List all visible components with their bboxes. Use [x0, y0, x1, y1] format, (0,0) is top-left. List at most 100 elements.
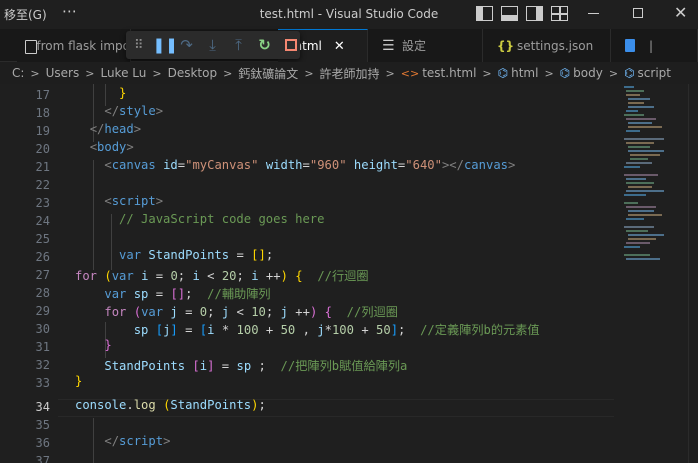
minimap-line: [626, 110, 638, 112]
drag-handle-icon[interactable]: ⠿: [134, 38, 143, 53]
minimap-line: [628, 150, 664, 152]
tab-label: 設定: [402, 39, 427, 53]
code-line-29: for (var j = 0; j < 10; j ++) { //列迴圈: [104, 305, 398, 319]
code-line-20: <body>: [89, 140, 134, 154]
minimap-line: [626, 206, 656, 208]
breadcrumb-item[interactable]: body: [573, 66, 603, 80]
minimap-line: [628, 210, 654, 212]
code-line-34: console.log (StandPoints);: [75, 398, 266, 412]
breadcrumb-item[interactable]: 許老師加持: [320, 65, 380, 82]
line-number: 20: [35, 142, 50, 156]
code-line-19: </head>: [89, 122, 142, 136]
minimize-button[interactable]: [588, 13, 599, 14]
minimap-line: [626, 218, 644, 220]
line-number: 27: [35, 268, 50, 282]
minimap-line: [624, 174, 658, 176]
code-line-26: var StandPoints = [];: [119, 248, 274, 262]
chevron-right-icon: >: [544, 66, 554, 80]
minimap-line: [626, 182, 654, 184]
code-line-32: StandPoints [i] = sp ; //把陣列b賦值給陣列a: [104, 359, 408, 373]
chevron-right-icon: >: [223, 66, 233, 80]
minimap-line: [628, 98, 650, 100]
breadcrumb-item[interactable]: test.html: [422, 66, 476, 80]
step-over-icon[interactable]: ↷: [179, 37, 195, 53]
line-number-current: 34: [35, 400, 50, 414]
vertical-scrollbar[interactable]: [688, 84, 698, 463]
window-title: test.html - Visual Studio Code: [259, 7, 439, 21]
breadcrumb-item[interactable]: script: [638, 66, 671, 80]
pause-icon[interactable]: ❚❚: [153, 37, 178, 53]
code-line-28: var sp = []; //輔助陣列: [104, 287, 271, 301]
python-file-icon: [23, 39, 38, 54]
line-number: 28: [35, 286, 50, 300]
line-number: 24: [35, 214, 50, 228]
tab-python-file[interactable]: from flask impo: [17, 29, 131, 62]
minimap-line: [628, 146, 650, 148]
line-number: 18: [35, 106, 50, 120]
breadcrumb-item[interactable]: Desktop: [168, 66, 218, 80]
line-number: 25: [35, 232, 50, 246]
code-editor[interactable]: 17 18 19 20 21 22 23 24 25 26 27 28 29 3…: [0, 84, 698, 463]
line-number: 23: [35, 196, 50, 210]
minimap-line: [624, 202, 638, 204]
restart-icon[interactable]: ↻: [257, 37, 273, 53]
chevron-right-icon: >: [30, 66, 40, 80]
toggle-primary-sidebar-icon[interactable]: [476, 6, 493, 21]
code-line-17: }: [119, 86, 127, 100]
minimap-line: [626, 242, 650, 244]
breadcrumb-item[interactable]: 鈣鈦礦論文: [238, 65, 298, 82]
step-into-icon[interactable]: ⤓: [205, 37, 221, 53]
title-bar: 移至(G) ⋯ test.html - Visual Studio Code ✕: [0, 0, 698, 29]
minimap-line: [624, 138, 664, 140]
tab-label: settings.json: [517, 38, 594, 53]
breadcrumb-item[interactable]: C:: [12, 66, 24, 80]
minimap[interactable]: [614, 84, 688, 463]
code-area[interactable]: } </style> </head> <body> <canvas id="my…: [75, 84, 615, 463]
tab-label: from flask impo: [36, 38, 130, 53]
line-number: 31: [35, 340, 50, 354]
code-line-33: }: [75, 374, 83, 388]
line-number: 33: [35, 376, 50, 390]
minimap-line: [624, 194, 646, 196]
toggle-panel-icon[interactable]: [501, 6, 518, 21]
breadcrumb-item[interactable]: Users: [46, 66, 80, 80]
line-number: 30: [35, 322, 50, 336]
minimap-line: [626, 90, 644, 92]
minimap-line: [626, 118, 656, 120]
code-line-21: <canvas id="myCanvas" width="960" height…: [104, 158, 516, 172]
breadcrumb-item[interactable]: html: [511, 66, 538, 80]
toggle-secondary-sidebar-icon[interactable]: [526, 6, 543, 21]
line-number-gutter: 17 18 19 20 21 22 23 24 25 26 27 28 29 3…: [0, 84, 58, 463]
blue-file-icon: [625, 39, 635, 52]
minimap-line: [628, 122, 652, 124]
customize-layout-icon[interactable]: [551, 6, 568, 21]
tab-settings-json[interactable]: {} settings.json: [483, 29, 611, 62]
line-number: 26: [35, 250, 50, 264]
minimap-line: [628, 126, 662, 128]
line-number: 32: [35, 358, 50, 372]
html-file-icon: <>: [400, 66, 420, 80]
minimap-line: [626, 162, 652, 164]
code-line-30: sp [j] = [i * 100 + 50 , j*100 + 50]; //…: [133, 323, 540, 337]
editor-tab-bar: from flask impo t.html ✕ ☰ 設定 {} setting…: [0, 29, 698, 62]
step-out-icon[interactable]: ⤒: [231, 37, 247, 53]
close-tab-icon[interactable]: ✕: [334, 39, 345, 54]
minimap-line: [626, 230, 648, 232]
stop-icon[interactable]: [284, 39, 297, 51]
tab-overflow[interactable]: |: [611, 29, 698, 62]
code-line-24: // JavaScript code goes here: [119, 212, 325, 226]
maximize-button[interactable]: [633, 8, 643, 18]
chevron-right-icon: >: [152, 66, 162, 80]
minimap-line: [626, 258, 660, 260]
breadcrumb-item[interactable]: Luke Lu: [100, 66, 146, 80]
symbol-icon: ⌬: [624, 66, 635, 80]
code-line-27: for (var i = 0; i < 20; i ++) { //行迴圈: [75, 269, 369, 283]
symbol-icon: ⌬: [559, 66, 571, 80]
code-line-31: }: [104, 338, 112, 352]
close-window-button[interactable]: ✕: [674, 3, 687, 22]
minimap-line: [628, 238, 656, 240]
chevron-right-icon: >: [482, 66, 492, 80]
layout-controls: [476, 6, 568, 21]
minimap-line: [628, 106, 654, 108]
tab-settings[interactable]: ☰ 設定: [368, 29, 483, 62]
